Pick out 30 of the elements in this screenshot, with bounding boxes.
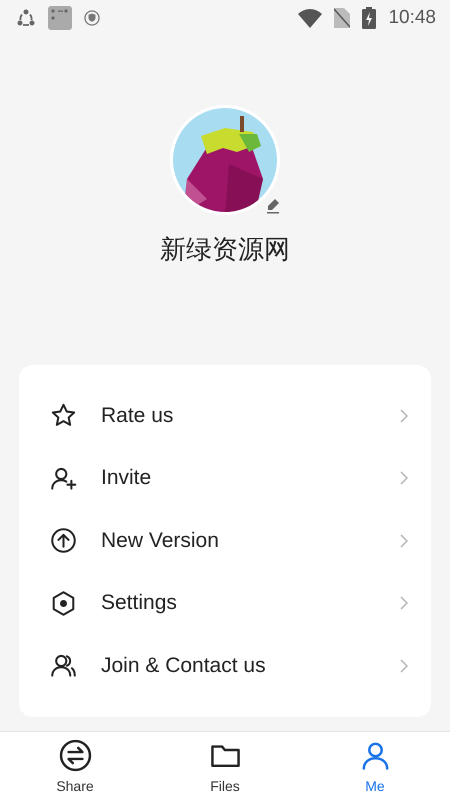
menu-label: Invite [101, 466, 152, 490]
profile-name: 新绿资源网 [160, 234, 290, 267]
wifi-icon [298, 8, 322, 28]
chevron-right-icon [399, 658, 409, 674]
menu-label: New Version [101, 528, 220, 553]
chevron-right-icon [399, 595, 409, 612]
nav-tab[interactable]: Me [300, 732, 450, 800]
chevron-right-icon [399, 470, 409, 486]
shield-icon [84, 10, 100, 26]
nav-tab[interactable]: Share [0, 732, 150, 800]
menu-item[interactable]: Invite [19, 447, 431, 510]
no-sim-icon [334, 8, 350, 28]
menu-label: Settings [101, 591, 178, 616]
settings-icon [50, 590, 77, 617]
clock-time: 10:48 [388, 7, 436, 29]
chevron-right-icon [399, 532, 409, 549]
chevron-right-icon [399, 408, 409, 424]
app-notification-icon [48, 6, 72, 30]
users-icon [50, 652, 77, 680]
nav-tab[interactable]: Files [150, 732, 300, 800]
menu-item[interactable]: Settings [19, 572, 431, 634]
edit-icon[interactable] [265, 198, 281, 214]
menu-label: Rate us [101, 404, 174, 428]
menu-item[interactable]: New Version [19, 510, 431, 572]
menu-item[interactable]: Rate us [19, 384, 431, 447]
battery-charging-icon [362, 7, 376, 29]
swap-arrows-icon [58, 738, 92, 772]
menu-item[interactable]: Join & Contact us [19, 634, 431, 697]
menu-label: Join & Contact us [101, 654, 267, 678]
sync-icon [16, 8, 36, 28]
